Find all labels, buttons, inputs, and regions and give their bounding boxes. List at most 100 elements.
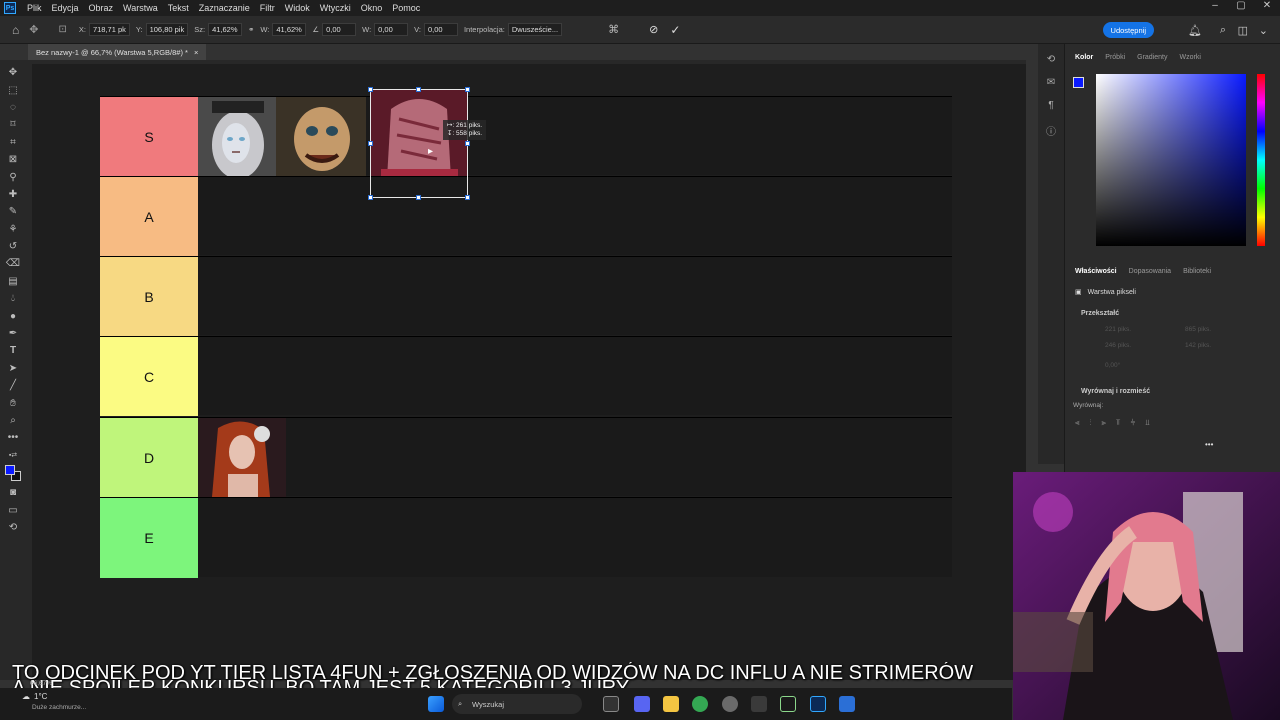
menu-item-filtr[interactable]: Filtr: [255, 3, 280, 13]
tier-row-s[interactable]: S: [100, 89, 952, 198]
link-icon[interactable]: ⚭: [248, 25, 254, 34]
tab-dopasowania[interactable]: Dopasowania: [1123, 268, 1177, 275]
color-panel-foreground-swatch[interactable]: [1073, 77, 1084, 88]
gradient-tool-icon[interactable]: ▤: [4, 273, 22, 290]
transform-section-header[interactable]: Przekształć: [1065, 310, 1119, 317]
align-right-icon[interactable]: ⫸: [1102, 418, 1107, 428]
object-select-tool-icon[interactable]: ⌑: [4, 116, 22, 133]
align-middle-icon[interactable]: ⫩: [1131, 418, 1136, 428]
paragraph-panel-icon[interactable]: ¶: [1048, 100, 1053, 111]
brush-tool-icon[interactable]: ✎: [4, 203, 22, 220]
transform-handle-bottom[interactable]: [416, 195, 421, 200]
snipping-tool-icon[interactable]: [839, 696, 855, 712]
transform-handle-top[interactable]: [416, 87, 421, 92]
taskbar-search-input[interactable]: ⌕ Wyszukaj: [452, 694, 582, 714]
comments-panel-icon[interactable]: ✉: [1047, 77, 1055, 88]
pen-tool-icon[interactable]: ✒: [4, 325, 22, 342]
menu-item-obraz[interactable]: Obraz: [84, 3, 119, 13]
photoshop-logo-icon[interactable]: Ps: [4, 2, 16, 14]
photoshop-taskbar-icon[interactable]: [810, 696, 826, 712]
move-tool-icon[interactable]: ✥: [29, 23, 38, 36]
tab-probki[interactable]: Próbki: [1099, 54, 1131, 61]
search-icon[interactable]: ⌕: [1220, 24, 1226, 37]
transform-handle-right[interactable]: [465, 141, 470, 146]
tab-kolor[interactable]: Kolor: [1069, 54, 1099, 61]
menu-item-okno[interactable]: Okno: [356, 3, 388, 13]
stamp-tool-icon[interactable]: ⚘: [4, 221, 22, 238]
menu-item-warstwa[interactable]: Warstwa: [118, 3, 163, 13]
lasso-tool-icon[interactable]: ◌: [4, 99, 22, 116]
prop-angle-field[interactable]: 0,00°: [1105, 362, 1120, 369]
history-panel-icon[interactable]: ⟲: [1047, 54, 1055, 65]
hand-tool-icon[interactable]: ✋︎: [4, 394, 22, 411]
y-position-input[interactable]: 106,80 pik: [145, 23, 189, 36]
tier-row-e[interactable]: E: [100, 497, 952, 578]
tier-row-c[interactable]: C: [100, 336, 952, 416]
x-position-input[interactable]: 718,71 pk: [88, 23, 130, 36]
home-icon[interactable]: ⌂: [12, 23, 19, 37]
zoom-level[interactable]: 66,67%: [30, 680, 52, 687]
transform-handle-top-right[interactable]: [465, 87, 470, 92]
recording-app-icon[interactable]: [751, 696, 767, 712]
task-view-icon[interactable]: [603, 696, 619, 712]
close-window-button[interactable]: ✕: [1254, 0, 1280, 11]
foreground-color-swatch[interactable]: [5, 464, 15, 475]
align-center-icon[interactable]: ⫶: [1090, 418, 1092, 428]
align-left-icon[interactable]: ⫷: [1075, 418, 1080, 428]
quick-mask-icon[interactable]: ◙: [4, 484, 22, 501]
tab-biblioteki[interactable]: Biblioteki: [1177, 268, 1217, 275]
prop-width-field[interactable]: 221 piks.: [1105, 326, 1131, 333]
contextual-taskbar-icon[interactable]: ⟲: [4, 519, 22, 536]
tier-row-a[interactable]: A: [100, 176, 952, 256]
eraser-tool-icon[interactable]: ⌫: [4, 255, 22, 272]
transform-handle-bottom-right[interactable]: [465, 195, 470, 200]
menu-item-zaznaczanie[interactable]: Zaznaczanie: [194, 3, 255, 13]
move-tool-icon[interactable]: ✥: [4, 64, 22, 81]
screen-mode-icon[interactable]: ▭: [4, 501, 22, 518]
marquee-tool-icon[interactable]: ⬚: [4, 81, 22, 98]
menu-item-tekst[interactable]: Tekst: [163, 3, 194, 13]
height-scale-input[interactable]: 41,62%: [272, 23, 307, 36]
more-options-icon[interactable]: •••: [1205, 440, 1213, 449]
maximize-button[interactable]: ▢: [1228, 0, 1254, 11]
type-tool-icon[interactable]: T: [4, 342, 22, 359]
windows-start-icon[interactable]: [428, 696, 444, 712]
prop-height-field[interactable]: 246 piks.: [1105, 342, 1131, 349]
more-tools-icon[interactable]: •••: [4, 429, 22, 446]
tab-wzorki[interactable]: Wzorki: [1173, 54, 1206, 61]
history-brush-tool-icon[interactable]: ↺: [4, 238, 22, 255]
line-tool-icon[interactable]: ╱: [4, 377, 22, 394]
close-document-icon[interactable]: ×: [194, 48, 198, 57]
info-panel-icon[interactable]: ⓘ: [1046, 123, 1056, 138]
menu-item-widok[interactable]: Widok: [280, 3, 315, 13]
transform-handle-top-left[interactable]: [368, 87, 373, 92]
hue-slider[interactable]: [1257, 74, 1265, 246]
menu-item-plik[interactable]: Plik: [22, 3, 47, 13]
transform-bounding-box[interactable]: [370, 89, 468, 198]
bell-icon[interactable]: 🔔︎: [1188, 24, 1202, 37]
tier-image-gollum-face[interactable]: [276, 97, 366, 176]
minimize-button[interactable]: –: [1202, 0, 1228, 11]
h-skew-input[interactable]: 0,00: [374, 23, 409, 36]
tier-row-d[interactable]: D: [100, 417, 952, 497]
angle-input[interactable]: 0,00: [322, 23, 357, 36]
eyedropper-tool-icon[interactable]: ⚲: [4, 168, 22, 185]
tier-image-pale-face[interactable]: [198, 97, 276, 176]
healing-brush-tool-icon[interactable]: ✚: [4, 186, 22, 203]
transform-handle-bottom-left[interactable]: [368, 195, 373, 200]
chrome-icon[interactable]: [692, 696, 708, 712]
align-section-header[interactable]: Wyrównaj i rozmieść: [1065, 388, 1150, 395]
menu-item-wtyczki[interactable]: Wtyczki: [315, 3, 356, 13]
ai-app-icon[interactable]: [780, 696, 796, 712]
align-top-icon[interactable]: ⫪: [1116, 418, 1121, 428]
cancel-transform-icon[interactable]: ⊘: [649, 23, 658, 36]
zoom-tool-icon[interactable]: ⌕: [4, 412, 22, 429]
tab-gradienty[interactable]: Gradienty: [1131, 54, 1173, 61]
discord-icon[interactable]: [634, 696, 650, 712]
menu-item-pomoc[interactable]: Pomoc: [387, 3, 425, 13]
crop-tool-icon[interactable]: ⌗: [4, 134, 22, 151]
interpolation-select[interactable]: Dwuszeście...: [507, 23, 563, 36]
tab-wlasciwosci[interactable]: Właściwości: [1069, 268, 1123, 275]
path-selection-tool-icon[interactable]: ➤: [4, 360, 22, 377]
commit-transform-icon[interactable]: ✓: [670, 23, 680, 37]
